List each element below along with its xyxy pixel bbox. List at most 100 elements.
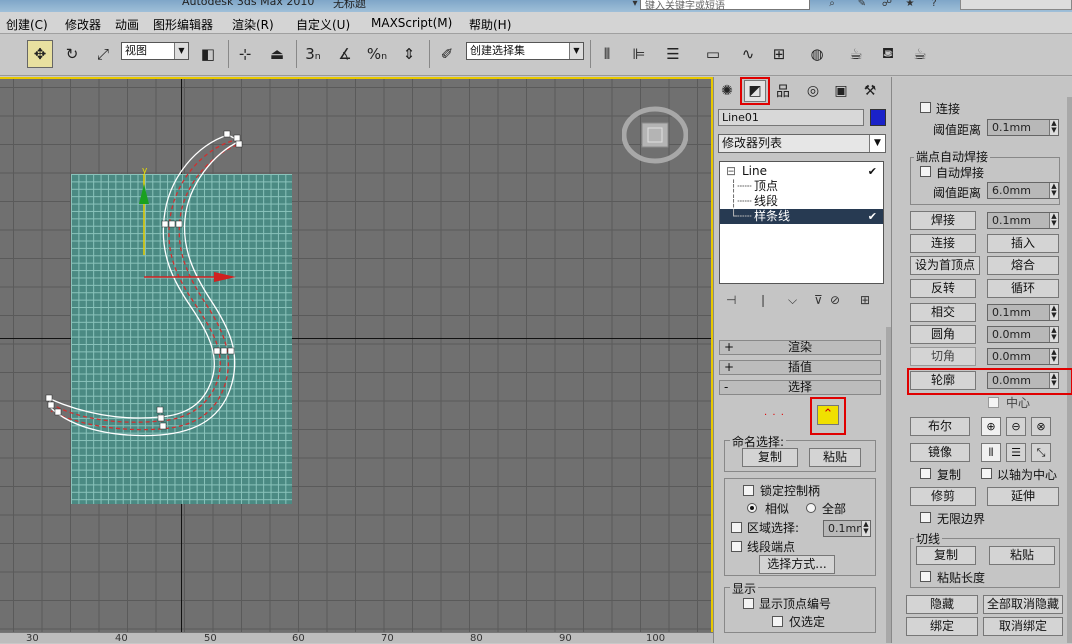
object-name-field[interactable]: Line01 bbox=[718, 109, 864, 126]
mirror-both-icon[interactable]: ⤡ bbox=[1031, 443, 1051, 462]
window-controls[interactable] bbox=[960, 0, 1072, 10]
select-rotate-icon[interactable]: ↻ bbox=[59, 40, 85, 68]
spinner-arrows-icon[interactable]: ▲ ▼ bbox=[1049, 183, 1058, 198]
mirror-icon[interactable]: ⫴ bbox=[594, 40, 620, 68]
utilities-tab-icon[interactable]: ⚒ bbox=[859, 80, 881, 102]
stack-item-vertex[interactable]: ┆┄┄ 顶点 bbox=[720, 179, 883, 194]
spinner-arrows-icon[interactable]: ▲ ▼ bbox=[1049, 349, 1058, 364]
fuse-button[interactable]: 熔合 bbox=[987, 256, 1059, 275]
edit-named-selection-icon[interactable]: ✐ bbox=[434, 40, 460, 68]
material-editor-icon[interactable]: ◍ bbox=[804, 40, 830, 68]
object-color-swatch[interactable] bbox=[870, 109, 886, 126]
search-input[interactable]: 键入关键字或短语 bbox=[640, 0, 810, 12]
menu-create[interactable]: 创建(C) bbox=[6, 16, 48, 33]
cycle-button[interactable]: 循环 bbox=[987, 279, 1059, 298]
hierarchy-tab-icon[interactable]: 品 bbox=[772, 80, 794, 102]
area-selection-spinner[interactable]: 0.1mm ▲ ▼ bbox=[823, 520, 871, 537]
align-icon[interactable]: ⊫ bbox=[626, 40, 652, 68]
menu-help[interactable]: 帮助(H) bbox=[469, 16, 511, 33]
graphite-tools-icon[interactable]: ▭ bbox=[700, 40, 726, 68]
stack-item-segment[interactable]: ┆┄┄ 线段 bbox=[720, 194, 883, 209]
menu-customize[interactable]: 自定义(U) bbox=[296, 16, 350, 33]
angle-snap-icon[interactable]: ∡ bbox=[332, 40, 358, 68]
percent-snap-icon[interactable]: % ₙ bbox=[364, 40, 390, 68]
tangent-copy-button[interactable]: 复制 bbox=[916, 546, 976, 565]
copy-selection-button[interactable]: 复制 bbox=[742, 448, 798, 467]
weld-spinner[interactable]: 0.1mm ▲ ▼ bbox=[987, 212, 1059, 229]
pin-stack-icon[interactable]: ⊣ bbox=[726, 293, 736, 307]
display-tab-icon[interactable]: ▣ bbox=[830, 80, 852, 102]
perspective-viewport[interactable]: y bbox=[0, 77, 713, 632]
named-selection-set-dropdown[interactable]: 创建选择集 ▼ bbox=[466, 42, 584, 60]
chamfer-spinner[interactable]: 0.0mm ▲ ▼ bbox=[987, 348, 1059, 365]
bind-button[interactable]: 绑定 bbox=[906, 617, 978, 636]
delete-modifier-icon[interactable]: ⊘ bbox=[830, 293, 840, 307]
subscription-icon[interactable]: ✎ bbox=[855, 0, 869, 10]
extend-button[interactable]: 延伸 bbox=[987, 487, 1059, 506]
weld-button[interactable]: 焊接 bbox=[910, 211, 976, 230]
selected-only-checkbox[interactable] bbox=[772, 616, 783, 627]
connect-checkbox[interactable] bbox=[920, 102, 931, 113]
line01-spline[interactable]: y bbox=[0, 79, 713, 632]
auto-weld-checkbox[interactable] bbox=[920, 166, 931, 177]
rollout-selection[interactable]: - 选择 bbox=[719, 380, 881, 395]
reference-coordinate-dropdown[interactable]: 视图 ▼ bbox=[121, 42, 189, 60]
rollout-interpolation[interactable]: + 插值 bbox=[719, 360, 881, 375]
curve-editor-icon[interactable]: ∿ bbox=[735, 40, 761, 68]
spinner-arrows-icon[interactable]: ▲ ▼ bbox=[1049, 120, 1058, 135]
layer-manager-icon[interactable]: ☰ bbox=[660, 40, 686, 68]
select-scale-icon[interactable]: ⤢ bbox=[90, 40, 116, 68]
area-selection-checkbox[interactable] bbox=[731, 522, 742, 533]
make-unique-icon[interactable]: ⌵ bbox=[788, 293, 797, 308]
select-move-icon[interactable]: ✥ bbox=[27, 40, 53, 68]
select-by-button[interactable]: 选择方式... bbox=[759, 555, 835, 574]
create-tab-icon[interactable]: ✺ bbox=[716, 80, 738, 102]
similar-radio[interactable] bbox=[747, 503, 757, 513]
menu-modifiers[interactable]: 修改器 bbox=[65, 16, 101, 33]
fillet-button[interactable]: 圆角 bbox=[910, 325, 976, 344]
gizmo-y-arrow[interactable] bbox=[139, 184, 149, 204]
menu-rendering[interactable]: 渲染(R) bbox=[232, 16, 274, 33]
mirror-copy-checkbox[interactable] bbox=[920, 468, 931, 479]
segment-end-checkbox[interactable] bbox=[731, 541, 742, 552]
select-manipulate-icon[interactable]: ⊹ bbox=[232, 40, 258, 68]
expand-icon[interactable]: ⊟ bbox=[726, 164, 736, 179]
chamfer-button[interactable]: 切角 bbox=[910, 347, 976, 366]
tangent-paste-button[interactable]: 粘贴 bbox=[989, 546, 1055, 565]
unbind-button[interactable]: 取消绑定 bbox=[983, 617, 1063, 636]
favorites-icon[interactable]: ★ bbox=[903, 0, 917, 10]
mirror-button[interactable]: 镜像 bbox=[910, 443, 970, 462]
trim-button[interactable]: 修剪 bbox=[910, 487, 976, 506]
boolean-subtract-icon[interactable]: ⊖ bbox=[1006, 417, 1026, 436]
motion-tab-icon[interactable]: ◎ bbox=[802, 80, 824, 102]
threshold-spinner[interactable]: 0.1mm ▲ ▼ bbox=[987, 119, 1059, 136]
binoculars-icon[interactable]: ⌕ bbox=[825, 0, 839, 10]
boolean-intersect-icon[interactable]: ⊗ bbox=[1031, 417, 1051, 436]
menu-graph-editors[interactable]: 图形编辑器 bbox=[153, 16, 213, 33]
spinner-arrows-icon[interactable]: ▲ ▼ bbox=[1049, 213, 1058, 228]
infinite-bounds-checkbox[interactable] bbox=[920, 512, 931, 523]
mirror-horizontal-icon[interactable]: ⫴ bbox=[981, 443, 1001, 462]
show-end-result-icon[interactable]: ❘ bbox=[758, 293, 768, 307]
outline-button[interactable]: 轮廓 bbox=[910, 371, 976, 390]
reverse-button[interactable]: 反转 bbox=[910, 279, 976, 298]
keyboard-shortcut-icon[interactable]: ⏏ bbox=[264, 40, 290, 68]
spline-level-icon[interactable]: ⌃ bbox=[817, 405, 839, 425]
show-vertex-numbers-checkbox[interactable] bbox=[743, 598, 754, 609]
boolean-button[interactable]: 布尔 bbox=[910, 417, 970, 436]
viewcube-icon[interactable] bbox=[622, 106, 688, 164]
cross-insert-button[interactable]: 相交 bbox=[910, 303, 976, 322]
connect-button[interactable]: 连接 bbox=[910, 234, 976, 253]
fillet-spinner[interactable]: 0.0mm ▲ ▼ bbox=[987, 326, 1059, 343]
about-pivot-checkbox[interactable] bbox=[981, 468, 992, 479]
rollout-rendering[interactable]: + 渲染 bbox=[719, 340, 881, 355]
configure-sets-icon[interactable]: ⊞ bbox=[860, 293, 870, 307]
menu-animation[interactable]: 动画 bbox=[115, 16, 139, 33]
spinner-arrows-icon[interactable]: ▲ ▼ bbox=[861, 521, 870, 536]
mirror-vertical-icon[interactable]: ☰ bbox=[1006, 443, 1026, 462]
unhide-all-button[interactable]: 全部取消隐藏 bbox=[983, 595, 1063, 614]
help-icon[interactable]: ? bbox=[927, 0, 941, 10]
spinner-arrows-icon[interactable]: ▲ ▼ bbox=[1049, 373, 1058, 388]
modifier-list-dropdown[interactable]: 修改器列表 ▼ bbox=[718, 134, 886, 153]
lock-handles-checkbox[interactable] bbox=[743, 485, 754, 496]
